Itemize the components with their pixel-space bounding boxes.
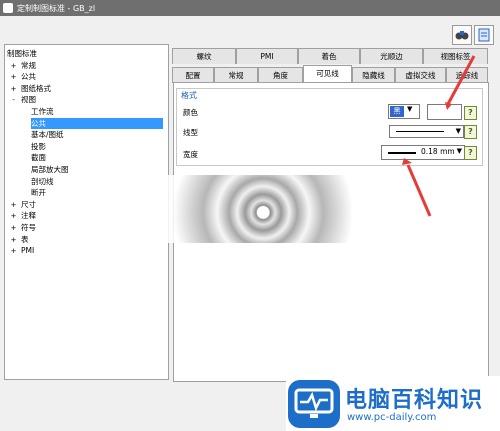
red-arrow-color xyxy=(446,55,476,105)
monitor-pulse-icon xyxy=(294,388,334,418)
annotation-arrows xyxy=(402,55,476,217)
arrow-head xyxy=(402,158,412,165)
watermark-url: www.pc-daily.com xyxy=(347,412,437,423)
arrow-head xyxy=(445,102,452,110)
brand-logo xyxy=(288,380,340,428)
red-arrow-width xyxy=(406,164,432,217)
watermark-title: 电脑百科知识 xyxy=(345,388,484,413)
